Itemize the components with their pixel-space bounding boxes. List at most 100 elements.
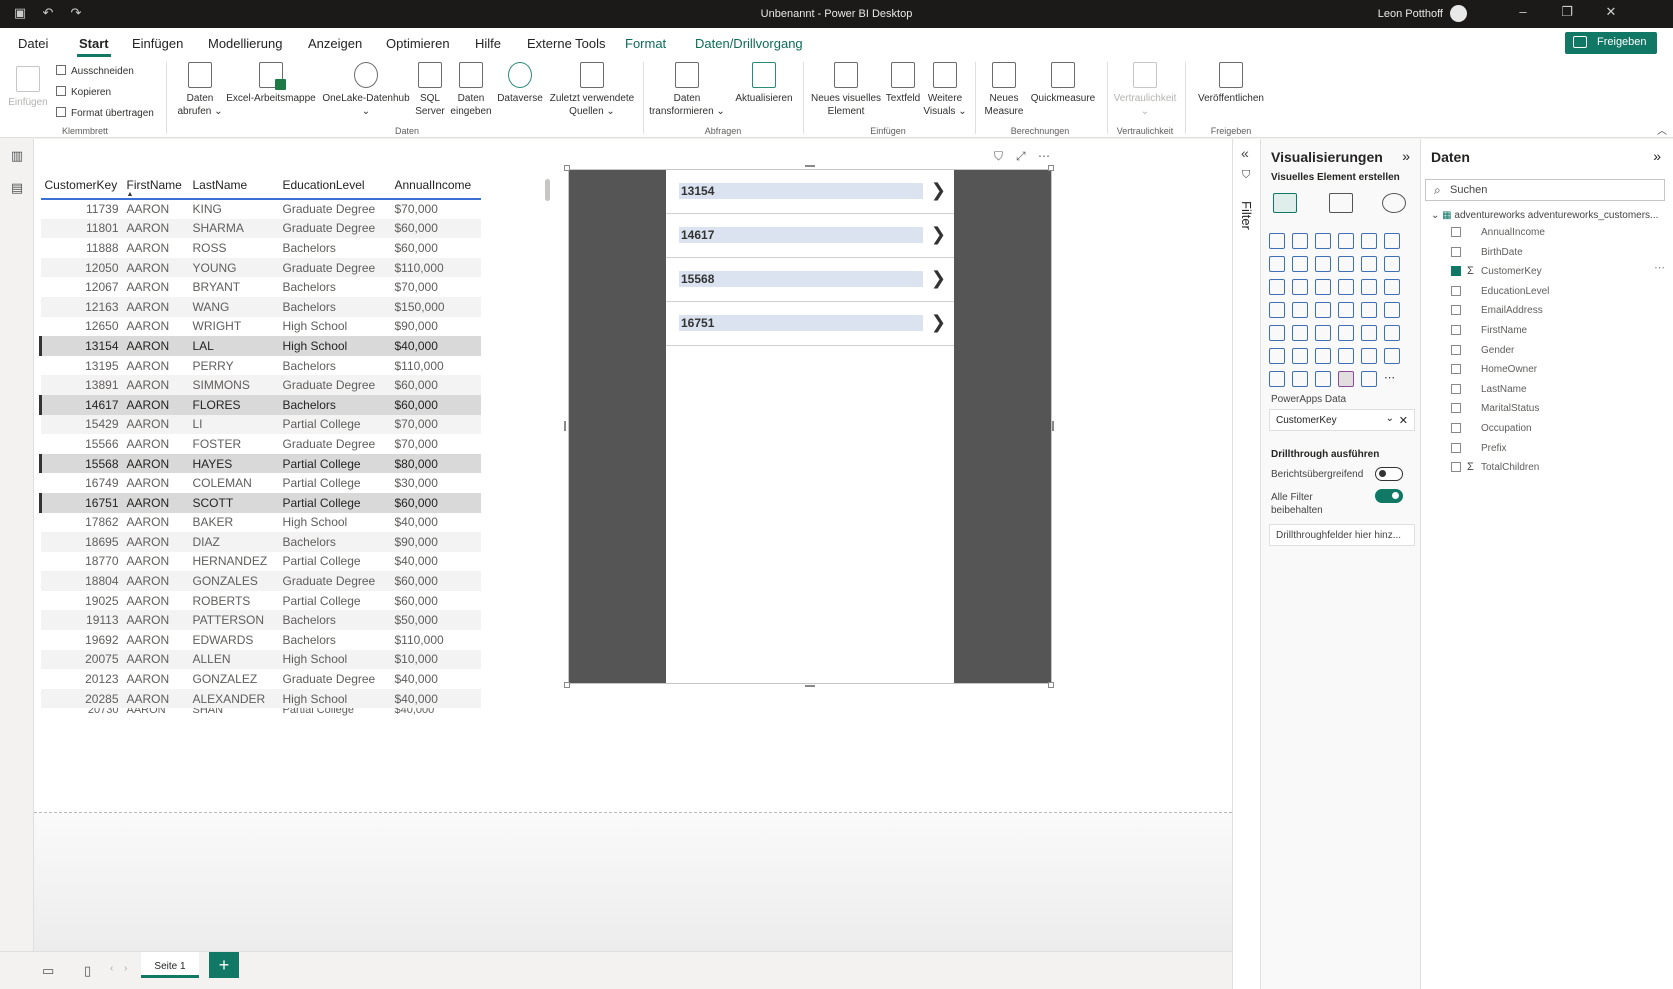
field-checkbox[interactable] [1451,285,1461,296]
field-checkbox[interactable] [1451,227,1461,237]
gallery-item[interactable]: 14617 ❯ [666,214,956,258]
filter-pane-collapsed[interactable]: « ⛉ Filter [1232,139,1260,989]
table-row[interactable]: 20285 AARON ALEXANDER High School $40,000 [40,688,481,709]
powerapps-field-well[interactable]: CustomerKey ⌄ ✕ [1269,409,1415,431]
visual-type-icon[interactable] [1361,233,1377,249]
drillthrough-fields-well[interactable]: Drillthroughfelder hier hinz... [1269,524,1415,546]
visual-type-icon[interactable] [1315,325,1331,341]
resize-handle[interactable] [564,165,570,171]
col-header-educationlevel[interactable]: EducationLevel [278,177,391,200]
field-checkbox[interactable] [1451,325,1461,335]
textbox-button[interactable]: Textfeld [884,62,922,105]
field-checkbox[interactable] [1451,266,1461,277]
visual-type-icon[interactable] [1384,325,1400,341]
visual-type-icon[interactable] [1315,371,1331,387]
table-row[interactable]: 15429 AARON LI Partial College $70,000 [40,414,481,435]
format-painter-button[interactable]: Format übertragen [56,107,154,119]
resize-handle[interactable] [1048,682,1054,688]
table-row[interactable]: 11888 AARON ROSS Bachelors $60,000 [41,238,481,258]
field-checkbox[interactable] [1451,305,1461,316]
table-row[interactable]: 18770 AARON HERNANDEZ Partial College $40,00… [41,552,481,572]
table-row[interactable]: 11739 AARON KING Graduate Degree $70,000 [41,199,481,219]
transform-data-button[interactable]: Daten transformieren ⌄ [648,62,726,118]
new-visual-button[interactable]: Neues visuelles Element [808,62,884,118]
chevron-down-icon[interactable]: ⌄ [1431,210,1439,221]
table-row[interactable]: 11801 AARON SHARMA Graduate Degree $60,000 [40,218,481,239]
share-button[interactable]: Freigeben ⌄ [1565,32,1657,61]
resize-handle[interactable] [564,682,570,688]
visual-type-icon[interactable] [1292,348,1308,364]
minimize-icon[interactable]: – [1513,4,1533,19]
table-row[interactable]: 19113 AARON PATTERSON Bachelors $50,000 [40,610,481,631]
visual-type-icon[interactable] [1338,348,1354,364]
keep-filters-toggle[interactable] [1375,489,1403,503]
remove-field-icon[interactable]: ✕ [1399,414,1408,427]
table-row[interactable]: 15568 AARON HAYES Partial College $80,000 [39,453,481,474]
mobile-layout-icon[interactable]: ▯ [84,963,91,979]
visual-type-icon[interactable] [1292,325,1308,341]
chevron-right-icon[interactable]: ❯ [931,312,946,333]
collapse-ribbon-icon[interactable]: ︿ [1657,122,1667,137]
visual-type-icon[interactable] [1384,279,1400,295]
field-checkbox[interactable] [1451,383,1461,394]
tab-einfuegen[interactable]: Einfügen [132,36,183,51]
analytics-tab-icon[interactable] [1382,193,1406,213]
visual-type-icon[interactable] [1269,256,1285,272]
tab-modellierung[interactable]: Modellierung [208,36,282,51]
visual-type-icon[interactable] [1292,233,1308,249]
table-row[interactable]: 12650 AARON WRIGHT High School $90,000 [41,317,481,337]
visual-type-icon[interactable] [1292,279,1308,295]
table-row[interactable]: 20730 AARON SHAN Partial College $40,000 [41,708,481,716]
visual-type-icon[interactable] [1315,233,1331,249]
visual-type-icon[interactable] [1315,256,1331,272]
table-row[interactable]: 20075 AARON ALLEN High School $10,000 [40,649,481,670]
table-row[interactable]: 12050 AARON YOUNG Graduate Degree $110,000 [40,257,481,278]
table-scrollbar[interactable] [545,179,550,201]
avatar[interactable] [1450,5,1467,22]
cut-button[interactable]: Ausschneiden [56,65,134,77]
field-checkbox[interactable] [1451,462,1461,473]
field-checkbox[interactable] [1451,403,1461,414]
col-header-lastname[interactable]: LastName [188,177,279,200]
visual-type-icon[interactable] [1384,348,1400,364]
table-row[interactable]: 15566 AARON FOSTER Graduate Degree $70,000 [41,434,481,454]
restore-icon[interactable]: ❐ [1557,4,1577,20]
table-row[interactable]: 13195 AARON PERRY Bachelors $110,000 [41,356,481,376]
resize-handle[interactable] [564,421,566,431]
sql-server-button[interactable]: SQL Server [412,62,448,118]
resize-handle[interactable] [805,685,815,687]
tab-externe-tools[interactable]: Externe Tools [527,36,606,51]
gallery-item[interactable]: 13154 ❯ [666,170,956,214]
visual-type-icon[interactable] [1269,371,1285,387]
chevron-right-icon[interactable]: ❯ [931,180,946,201]
table-row[interactable]: 17862 AARON BAKER High School $40,000 [41,513,481,533]
col-header-annualincome[interactable]: AnnualIncome [390,177,481,200]
visual-type-icon[interactable] [1269,325,1285,341]
powerapps-visual[interactable]: 13154 ❯ 14617 ❯ 15568 ❯ 16751 ❯ [568,169,1052,684]
tab-start[interactable]: Start [77,36,111,57]
table-row[interactable]: 18695 AARON DIAZ Bachelors $90,000 [40,532,481,552]
more-options-icon[interactable]: ⋯ [1038,149,1050,163]
visual-type-icon[interactable] [1269,279,1285,295]
visual-type-icon[interactable] [1292,256,1308,272]
visual-type-icon[interactable] [1269,233,1285,249]
onelake-button[interactable]: OneLake-Datenhub ⌄ [320,62,412,118]
visual-type-icon[interactable] [1361,348,1377,364]
field-search-input[interactable]: ⌕ Suchen [1425,179,1665,201]
more-visuals-button[interactable]: Weitere Visuals ⌄ [922,62,968,118]
quick-measure-button[interactable]: Quickmeasure [1028,62,1098,105]
table-row[interactable]: 16751 AARON SCOTT Partial College $60,000 [39,492,481,513]
field-more-options-icon[interactable]: ⋯ [1654,261,1665,274]
table-row[interactable]: 12163 AARON WANG Bachelors $150,000 [40,296,481,317]
copy-button[interactable]: Kopieren [56,86,111,98]
visual-type-icon[interactable] [1361,279,1377,295]
paste-button[interactable]: Einfügen [6,66,50,109]
tab-daten-drillvorgang[interactable]: Daten/Drillvorgang [695,36,803,51]
table-row[interactable]: 13891 AARON SIMMONS Graduate Degree $60,000 [40,375,481,395]
chevron-right-icon[interactable]: ❯ [931,268,946,289]
table-row[interactable]: 14617 AARON FLORES Bachelors $60,000 [39,394,481,415]
visual-type-icon[interactable] [1361,371,1377,387]
new-measure-button[interactable]: Neues Measure [980,62,1028,118]
visual-type-icon[interactable] [1338,302,1354,318]
collapse-data-pane-icon[interactable]: » [1653,148,1661,164]
